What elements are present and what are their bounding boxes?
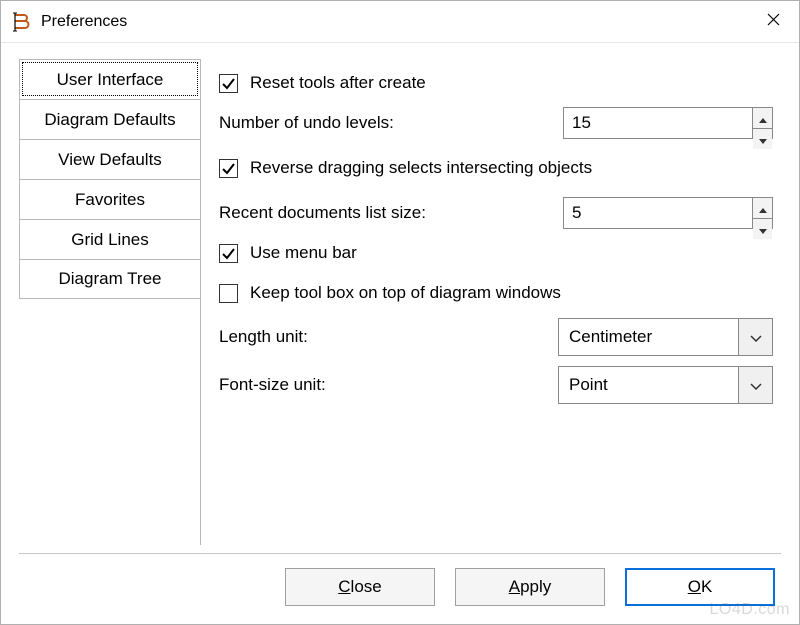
- check-icon: [221, 246, 236, 261]
- tab-grid-lines[interactable]: Grid Lines: [19, 219, 201, 259]
- font-size-unit-dropdown-button[interactable]: [738, 367, 772, 403]
- length-unit-label: Length unit:: [219, 327, 548, 347]
- spin-down-icon: [759, 219, 767, 239]
- button-separator: [19, 553, 781, 554]
- length-unit-value: Centimeter: [559, 319, 738, 355]
- length-unit-select[interactable]: Centimeter: [558, 318, 773, 356]
- recent-spin-down[interactable]: [753, 219, 772, 239]
- check-icon: [221, 161, 236, 176]
- undo-spin-down[interactable]: [753, 129, 772, 149]
- reset-tools-label: Reset tools after create: [250, 72, 773, 93]
- undo-levels-spinbox[interactable]: [563, 107, 773, 139]
- reverse-drag-checkbox[interactable]: [219, 159, 238, 178]
- recent-docs-input[interactable]: [564, 198, 752, 228]
- apply-button[interactable]: Apply: [455, 568, 605, 606]
- client-area: User Interface Diagram Defaults View Def…: [1, 43, 799, 624]
- font-size-unit-label: Font-size unit:: [219, 375, 548, 395]
- recent-docs-spinbox[interactable]: [563, 197, 773, 229]
- menu-bar-label: Use menu bar: [250, 242, 773, 263]
- close-icon: [767, 13, 780, 30]
- tab-strip-tail: [19, 299, 201, 545]
- recent-docs-label: Recent documents list size:: [219, 203, 553, 223]
- tab-diagram-tree[interactable]: Diagram Tree: [19, 259, 201, 299]
- font-size-unit-value: Point: [559, 367, 738, 403]
- titlebar: Preferences: [1, 1, 799, 43]
- spin-up-icon: [759, 198, 767, 218]
- reverse-drag-label: Reverse dragging selects intersecting ob…: [250, 157, 773, 178]
- tab-strip: User Interface Diagram Defaults View Def…: [19, 59, 201, 545]
- check-icon: [221, 76, 236, 91]
- undo-levels-label: Number of undo levels:: [219, 113, 553, 133]
- undo-levels-input[interactable]: [564, 108, 752, 138]
- keep-toolbox-label: Keep tool box on top of diagram windows: [250, 282, 773, 303]
- dialog-button-row: Close Apply OK: [19, 568, 781, 606]
- app-icon: [11, 12, 31, 32]
- ok-button[interactable]: OK: [625, 568, 775, 606]
- undo-spin-up[interactable]: [753, 108, 772, 129]
- close-window-button[interactable]: [747, 1, 799, 43]
- reset-tools-checkbox[interactable]: [219, 74, 238, 93]
- settings-panel: Reset tools after create Number of undo …: [215, 59, 781, 545]
- window-title: Preferences: [41, 13, 747, 31]
- font-size-unit-select[interactable]: Point: [558, 366, 773, 404]
- spin-up-icon: [759, 108, 767, 128]
- keep-toolbox-checkbox[interactable]: [219, 284, 238, 303]
- chevron-down-icon: [750, 375, 762, 395]
- preferences-window: Preferences User Interface Diagram Defau…: [0, 0, 800, 625]
- recent-spin-up[interactable]: [753, 198, 772, 219]
- length-unit-dropdown-button[interactable]: [738, 319, 772, 355]
- close-button[interactable]: Close: [285, 568, 435, 606]
- spin-down-icon: [759, 129, 767, 149]
- tab-favorites[interactable]: Favorites: [19, 179, 201, 219]
- chevron-down-icon: [750, 327, 762, 347]
- tab-diagram-defaults[interactable]: Diagram Defaults: [19, 99, 201, 139]
- menu-bar-checkbox[interactable]: [219, 244, 238, 263]
- tab-view-defaults[interactable]: View Defaults: [19, 139, 201, 179]
- tab-user-interface[interactable]: User Interface: [19, 59, 201, 99]
